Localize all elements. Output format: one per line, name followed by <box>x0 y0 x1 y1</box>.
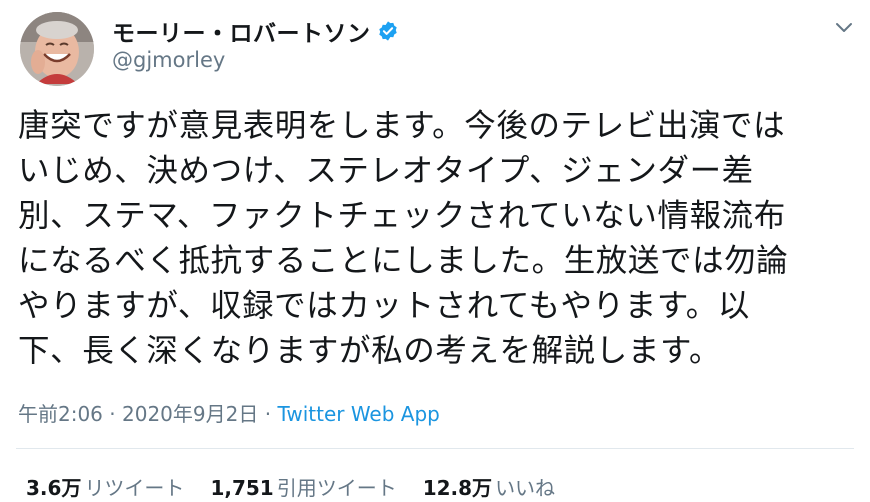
quotes-count: 1,751 <box>210 476 274 500</box>
retweets-label: リツイート <box>84 476 185 500</box>
retweets-stat[interactable]: 3.6万 リツイート <box>26 472 184 501</box>
tweet-date[interactable]: 2020年9月2日 <box>122 402 258 426</box>
tweet-line: やりますが、収録ではカットされてもやります。以 <box>18 288 751 324</box>
avatar[interactable] <box>20 12 94 86</box>
likes-stat[interactable]: 12.8万 いいね <box>423 472 555 501</box>
tweet-stats: 3.6万 リツイート 1,751 引用ツイート 12.8万 いいね <box>26 472 581 501</box>
tweet-line: 別、ステマ、ファクトチェックされていない情報流布 <box>18 198 786 234</box>
likes-label: いいね <box>495 476 556 500</box>
tweet-line: になるべく抵抗することにしました。生放送では勿論 <box>18 243 789 279</box>
tweet-time[interactable]: 午前2:06 <box>18 402 103 426</box>
tweet-meta: 午前2:06 · 2020年9月2日 · Twitter Web App <box>18 398 440 427</box>
retweets-count: 3.6万 <box>26 476 82 500</box>
display-name[interactable]: モーリー・ロバートソン <box>112 14 371 48</box>
tweet-header: モーリー・ロバートソン @gjmorley <box>14 8 860 88</box>
user-handle[interactable]: @gjmorley <box>112 48 225 72</box>
tweet-line: いじめ、決めつけ、ステレオタイプ、ジェンダー差 <box>18 153 754 189</box>
tweet-source-link[interactable]: Twitter Web App <box>277 402 439 426</box>
tweet-line: 唐突ですが意見表明をします。今後のテレビ出演では <box>18 108 786 144</box>
name-row: モーリー・ロバートソン <box>112 14 399 48</box>
meta-separator: · <box>109 402 116 426</box>
likes-count: 12.8万 <box>422 476 493 500</box>
divider <box>16 448 854 449</box>
verified-badge-icon <box>377 20 399 42</box>
tweet-text: 唐突ですが意見表明をします。今後のテレビ出演では いじめ、決めつけ、ステレオタイ… <box>18 104 858 374</box>
chevron-down-icon[interactable] <box>830 16 858 40</box>
quotes-label: 引用ツイート <box>276 476 397 500</box>
tweet-line: 下、長く深くなりますが私の考えを解説します。 <box>18 333 722 369</box>
quotes-stat[interactable]: 1,751 引用ツイート <box>210 472 396 501</box>
meta-separator: · <box>264 402 272 426</box>
